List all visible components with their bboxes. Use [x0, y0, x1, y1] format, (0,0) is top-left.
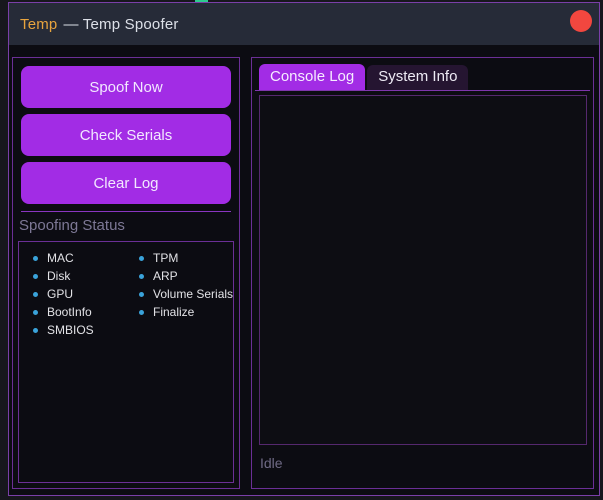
tab-console-log[interactable]: Console Log — [259, 64, 365, 90]
tab-bar: Console Log System Info — [259, 64, 468, 90]
bullet-icon — [33, 256, 38, 261]
bullet-icon — [33, 292, 38, 297]
tab-underline — [255, 90, 590, 91]
status-item-volume-serials: Volume Serials — [127, 285, 233, 303]
divider — [21, 211, 231, 212]
spoofing-status-list: MAC Disk GPU BootInfo SMBIOS — [18, 241, 234, 483]
spoofing-status-heading: Spoofing Status — [19, 217, 239, 234]
tab-system-info[interactable]: System Info — [367, 65, 468, 90]
left-panel: Spoof Now Check Serials Clear Log Spoofi… — [12, 57, 240, 489]
status-item-mac: MAC — [21, 249, 127, 267]
status-column-1: MAC Disk GPU BootInfo SMBIOS — [21, 249, 127, 482]
check-serials-button[interactable]: Check Serials — [21, 114, 231, 156]
status-item-arp: ARP — [127, 267, 233, 285]
bullet-icon — [139, 292, 144, 297]
status-item-tpm: TPM — [127, 249, 233, 267]
close-button[interactable] — [570, 10, 592, 32]
status-item-disk: Disk — [21, 267, 127, 285]
status-item-bootinfo: BootInfo — [21, 303, 127, 321]
titlebar[interactable]: Temp — Temp Spoofer — [9, 3, 599, 45]
spoof-now-button[interactable]: Spoof Now — [21, 66, 231, 108]
bullet-icon — [139, 256, 144, 261]
right-panel: Console Log System Info Idle — [251, 57, 594, 489]
console-log-output — [259, 95, 587, 445]
clear-log-button[interactable]: Clear Log — [21, 162, 231, 204]
bullet-icon — [139, 274, 144, 279]
bullet-icon — [139, 310, 144, 315]
bullet-icon — [33, 328, 38, 333]
app-name: Temp — [20, 16, 57, 33]
status-item-gpu: GPU — [21, 285, 127, 303]
status-item-smbios: SMBIOS — [21, 321, 127, 339]
window-title: — Temp Spoofer — [63, 16, 178, 33]
status-column-2: TPM ARP Volume Serials Finalize — [127, 249, 233, 482]
bullet-icon — [33, 274, 38, 279]
bullet-icon — [33, 310, 38, 315]
console-status-text: Idle — [260, 455, 283, 471]
app-window: Temp — Temp Spoofer Spoof Now Check Seri… — [8, 2, 600, 496]
status-item-finalize: Finalize — [127, 303, 233, 321]
